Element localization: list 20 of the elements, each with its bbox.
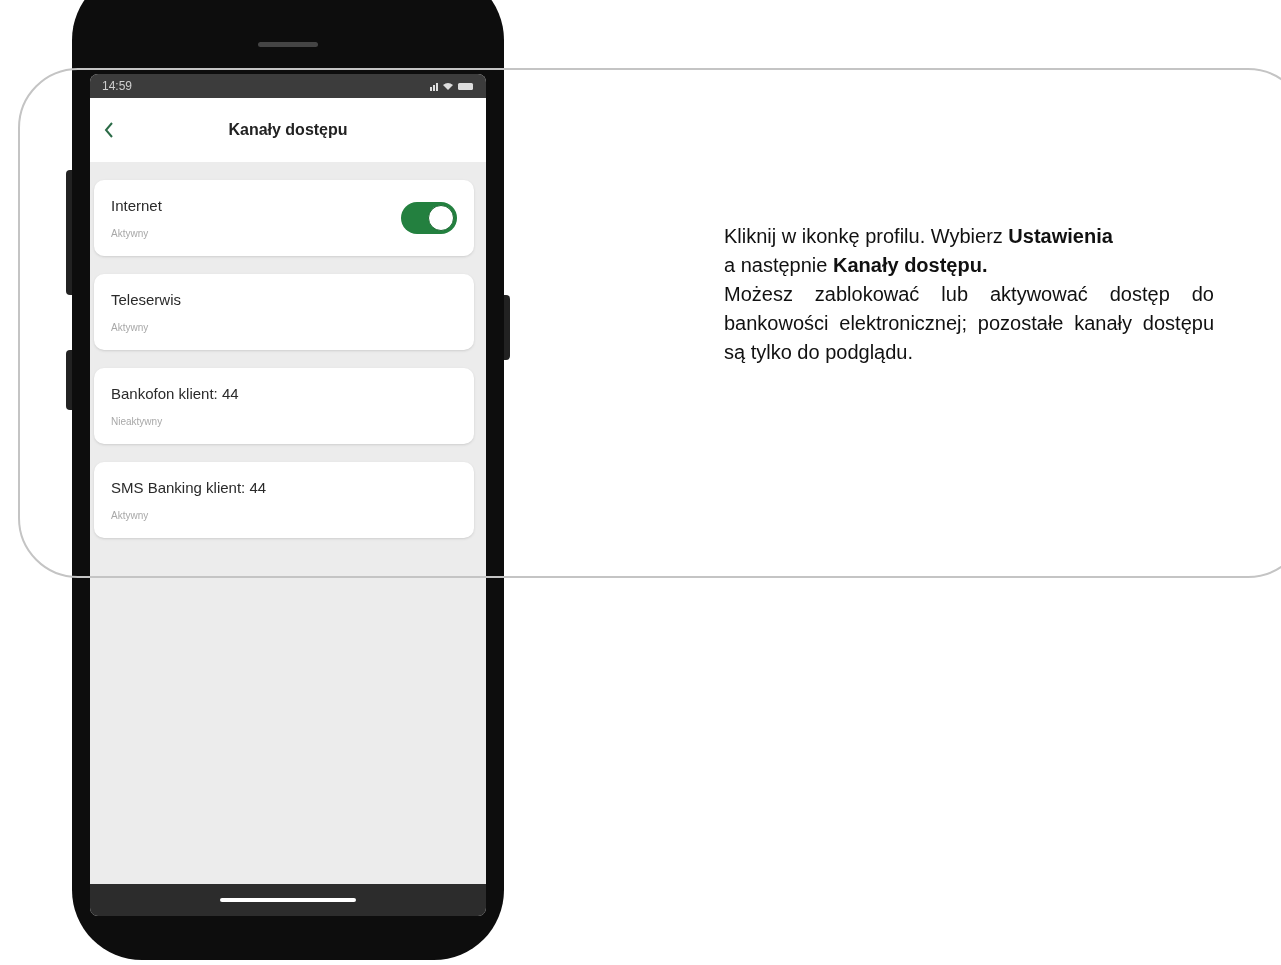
channel-name: SMS Banking klient: 44: [111, 478, 267, 499]
channel-card[interactable]: Bankofon klient: 44 Nieaktywny: [94, 368, 474, 444]
phone-speaker: [258, 42, 318, 47]
screen-title: Kanały dostępu: [228, 120, 348, 140]
channel-status: Aktywny: [111, 320, 150, 335]
instruction-text: a następnie Kanały dostępu.: [724, 253, 988, 278]
channel-name: Internet: [111, 196, 162, 217]
channel-status: Nieaktywny: [111, 414, 164, 429]
channel-card[interactable]: SMS Banking klient: 44 Aktywny: [94, 462, 474, 538]
instruction-text: Możesz zablokować lub aktywować dostęp do bankowości elektronicznej; pozostałe kanały dostępu są tylko do podglądu.: [724, 282, 1214, 365]
channel-status: Aktywny: [111, 226, 150, 241]
instruction-text: Kliknij w ikonkę profilu. Wybierz Ustawienia: [724, 224, 1113, 249]
channel-card[interactable]: Teleserwis Aktywny: [94, 274, 474, 350]
status-time: 14:59: [102, 78, 133, 95]
channel-card[interactable]: Internet Aktywny: [94, 180, 474, 256]
channel-status: Aktywny: [111, 508, 150, 523]
status-icons: [430, 81, 474, 91]
channel-name: Teleserwis: [111, 290, 182, 311]
toggle-switch[interactable]: [401, 202, 457, 234]
channel-name: Bankofon klient: 44: [111, 384, 239, 405]
